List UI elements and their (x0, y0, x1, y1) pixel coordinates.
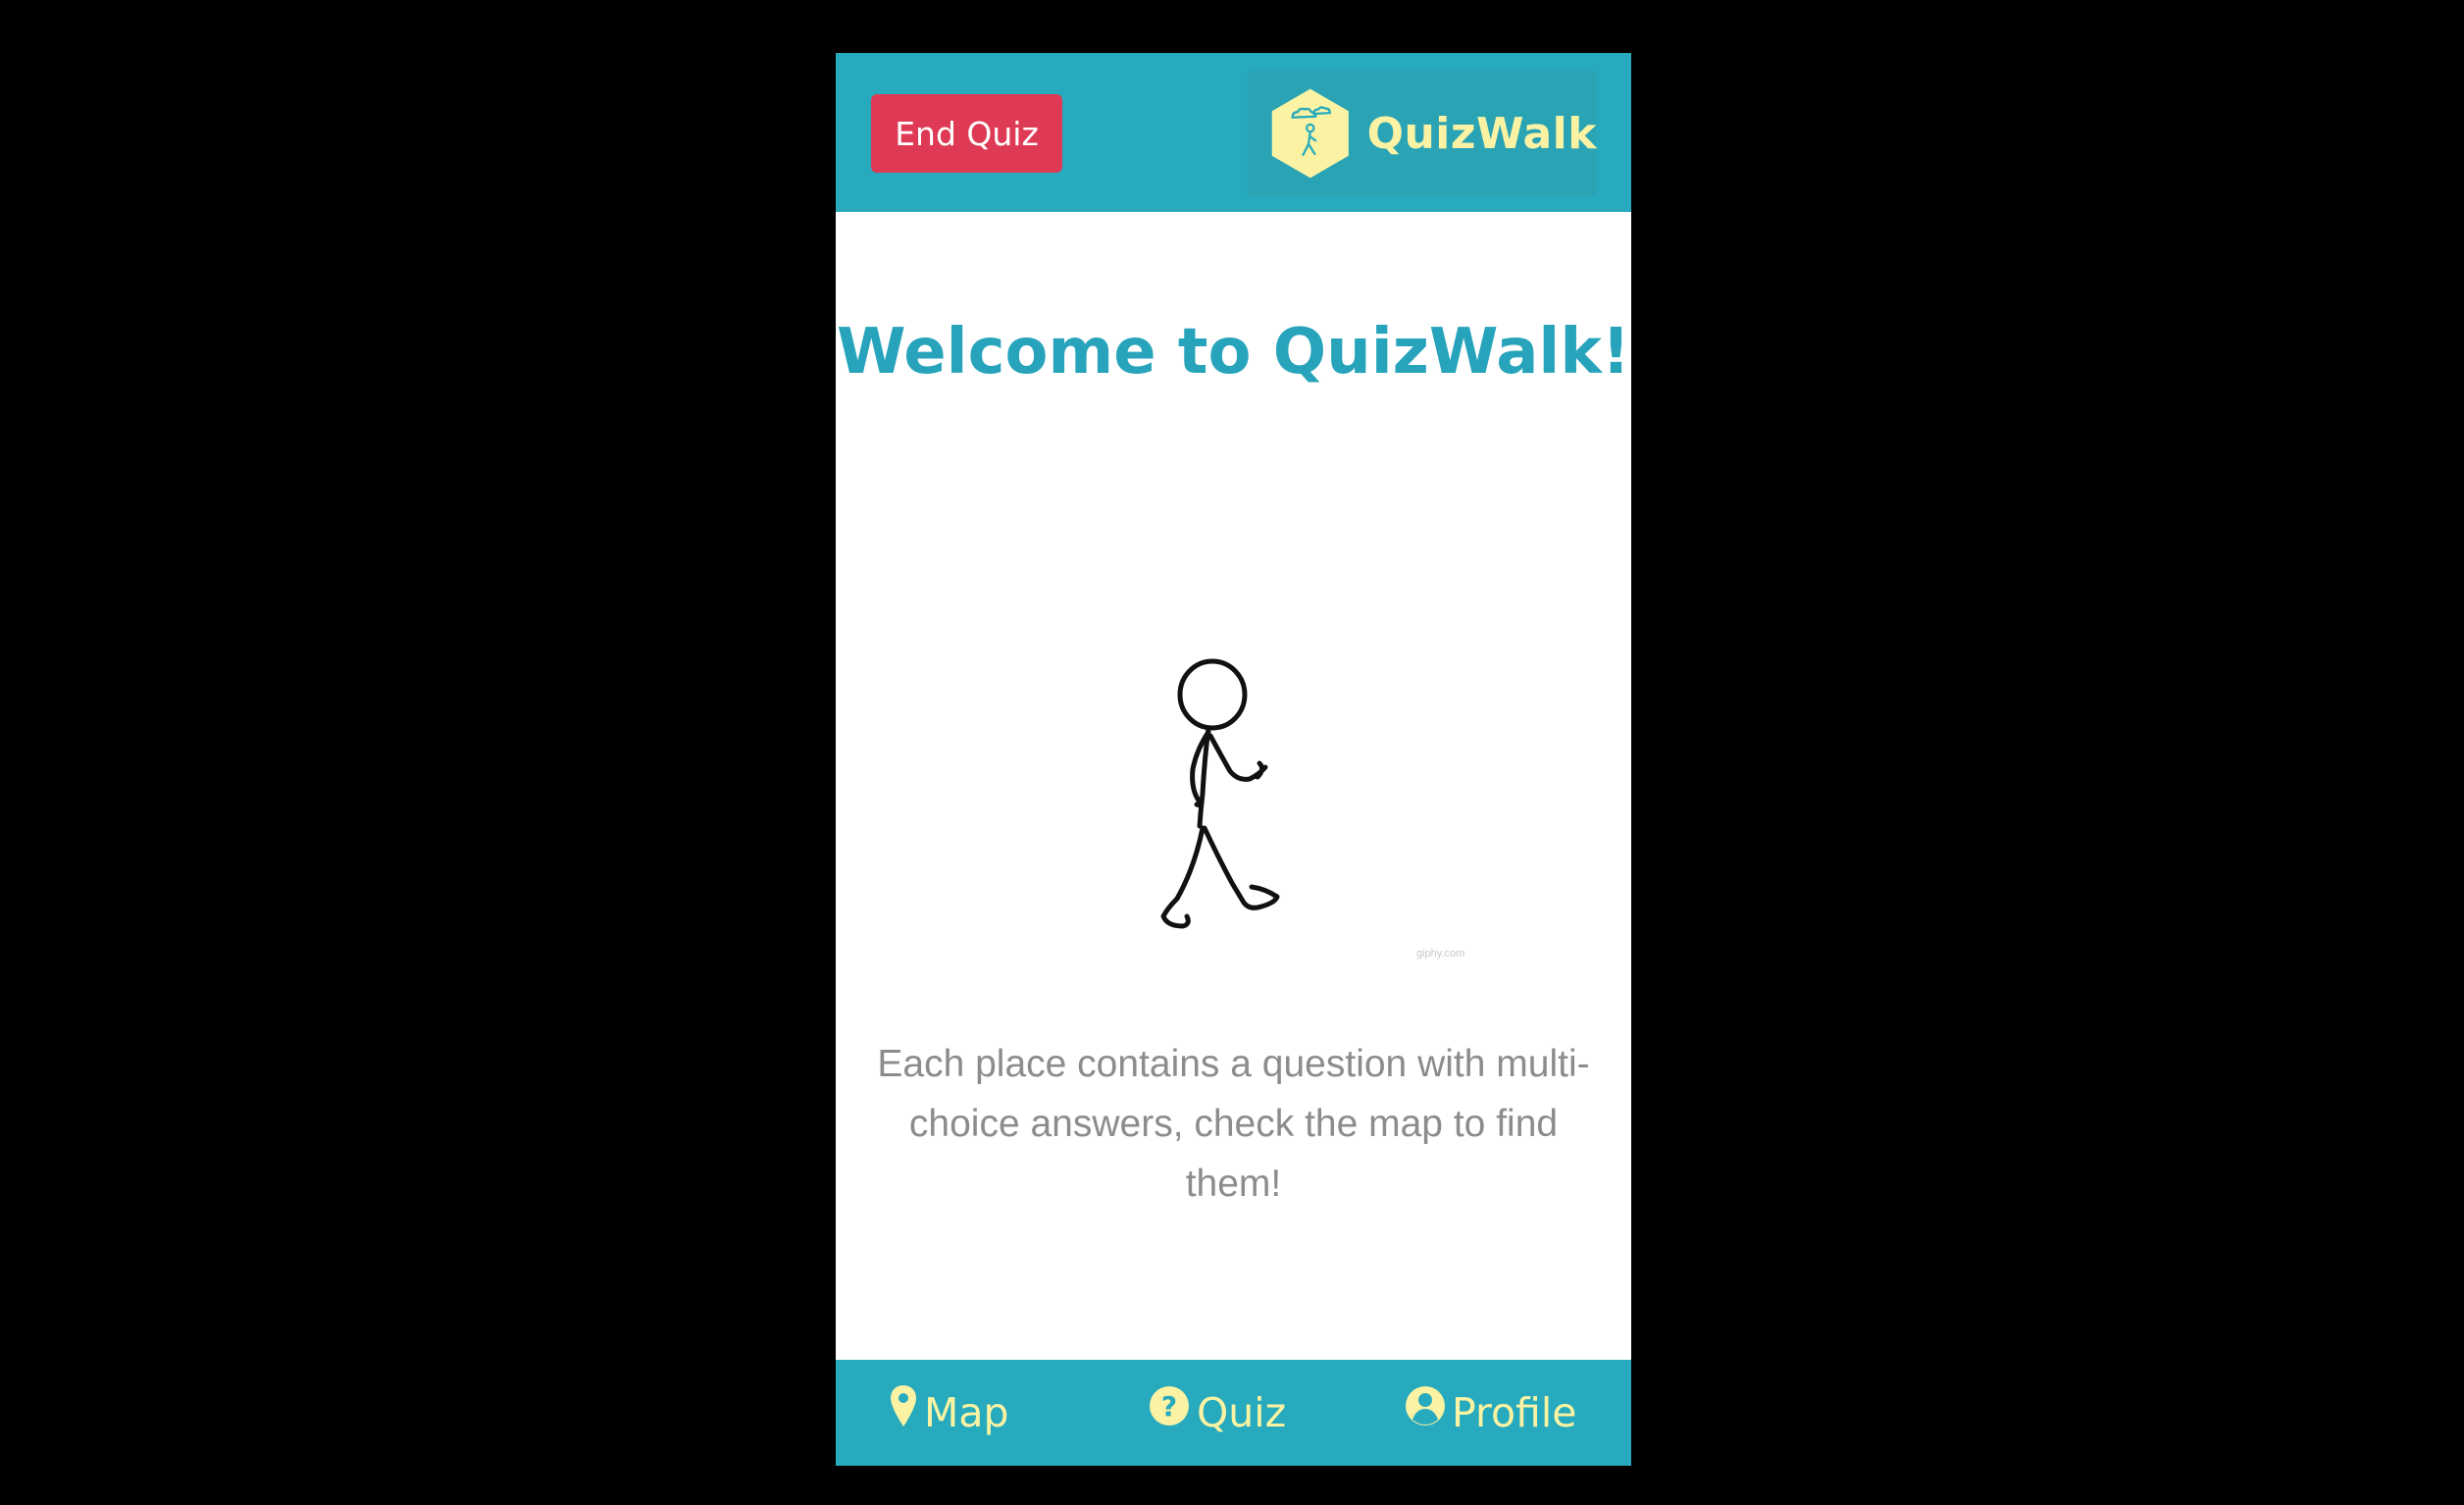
app-screen: End Quiz QuizWalk Welcome to QuizWalk! g… (836, 53, 1631, 1466)
app-logo: QuizWalk (1248, 71, 1597, 196)
nav-item-map[interactable]: Map (889, 1360, 1009, 1466)
nav-item-quiz[interactable]: ? Quiz (1148, 1360, 1286, 1466)
app-logo-text: QuizWalk (1366, 108, 1597, 159)
top-bar: End Quiz QuizWalk (836, 53, 1631, 212)
svg-text:?: ? (1161, 1390, 1177, 1423)
welcome-title: Welcome to QuizWalk! (836, 316, 1631, 389)
user-circle-icon (1406, 1386, 1445, 1426)
intro-description: Each place contains a question with mult… (877, 1043, 1590, 1205)
image-watermark: giphy.com (1416, 948, 1465, 960)
walking-person-hexagon-icon (1271, 88, 1349, 179)
walking-stick-figure-illustration (1160, 658, 1280, 929)
nav-label-quiz: Quiz (1197, 1389, 1287, 1436)
question-circle-icon: ? (1150, 1386, 1189, 1426)
bottom-nav: Map ? Quiz Profile (836, 1360, 1631, 1466)
nav-item-profile[interactable]: Profile (1405, 1360, 1576, 1466)
end-quiz-button[interactable]: End Quiz (871, 94, 1062, 173)
nav-label-profile: Profile (1452, 1389, 1577, 1436)
nav-label-map: Map (924, 1389, 1009, 1436)
map-pin-icon (891, 1385, 916, 1427)
